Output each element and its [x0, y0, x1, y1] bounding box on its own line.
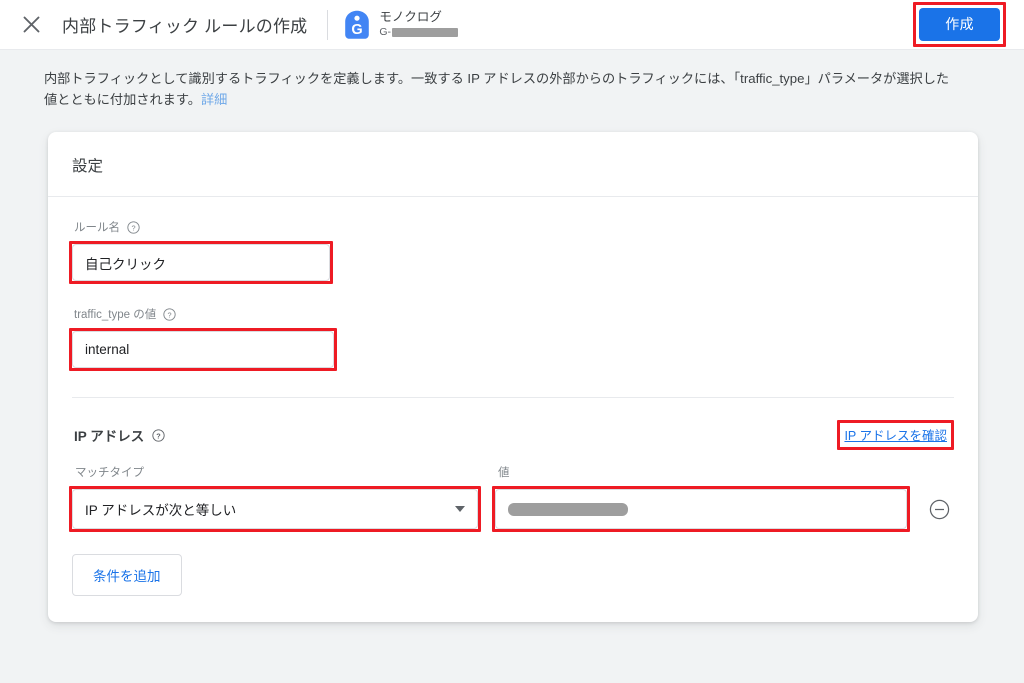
- traffic-type-input[interactable]: [72, 331, 334, 368]
- property-selector[interactable]: G モノクログ G-: [344, 10, 459, 40]
- value-column: 値: [492, 464, 910, 532]
- ip-address-header: IP アドレス ? IP アドレスを確認: [72, 398, 954, 450]
- create-button-container: 作成: [913, 2, 1006, 47]
- help-circle-icon[interactable]: ?: [163, 307, 176, 321]
- property-id: G-: [379, 26, 459, 39]
- traffic-type-label-row: traffic_type の値 ?: [74, 306, 954, 322]
- match-type-selected-value: IP アドレスが次と等しい: [85, 503, 237, 518]
- rule-name-input[interactable]: [72, 244, 330, 281]
- create-button[interactable]: 作成: [919, 8, 1000, 41]
- ip-address-title: IP アドレス: [74, 429, 145, 444]
- match-type-label: マッチタイプ: [75, 467, 144, 479]
- svg-text:?: ?: [131, 223, 135, 232]
- remove-circle-icon: [929, 499, 949, 519]
- ip-condition-row: マッチタイプ IP アドレスが次と等しい 値: [69, 450, 954, 532]
- page-title: 内部トラフィック ルールの作成: [62, 17, 308, 36]
- ip-address-title-row: IP アドレス ?: [74, 425, 165, 445]
- value-input-container: [492, 486, 910, 532]
- value-input[interactable]: [495, 489, 907, 529]
- page-description: 内部トラフィックとして識別するトラフィックを定義します。一致する IP アドレス…: [0, 50, 1000, 110]
- traffic-type-label: traffic_type の値: [74, 309, 157, 321]
- card-header: 設定: [48, 132, 978, 197]
- remove-condition-button[interactable]: [924, 494, 954, 524]
- rule-name-input-container: [69, 241, 333, 284]
- help-circle-icon[interactable]: ?: [127, 220, 140, 234]
- add-condition-button[interactable]: 条件を追加: [72, 554, 182, 596]
- add-condition-row: 条件を追加: [72, 532, 954, 622]
- check-ip-address-link[interactable]: IP アドレスを確認: [844, 429, 947, 443]
- traffic-type-input-container: [69, 328, 337, 371]
- svg-text:G: G: [352, 22, 363, 38]
- value-label: 値: [498, 467, 510, 479]
- match-type-select-container: IP アドレスが次と等しい: [69, 486, 481, 532]
- traffic-type-field-block: traffic_type の値 ?: [69, 284, 954, 371]
- help-circle-icon[interactable]: ?: [152, 428, 165, 442]
- check-ip-link-container: IP アドレスを確認: [837, 420, 954, 450]
- header-divider: [327, 9, 329, 40]
- close-button[interactable]: [14, 8, 48, 42]
- learn-more-link[interactable]: 詳細: [201, 92, 227, 107]
- settings-card: 設定 ルール名 ? traffic_type の値 ?: [48, 132, 978, 622]
- card-body: ルール名 ? traffic_type の値 ?: [48, 197, 978, 622]
- match-type-column: マッチタイプ IP アドレスが次と等しい: [69, 464, 481, 532]
- property-name: モノクログ: [379, 10, 442, 24]
- description-text: 内部トラフィックとして識別するトラフィックを定義します。一致する IP アドレス…: [44, 71, 950, 107]
- rule-name-label-row: ルール名 ?: [74, 219, 954, 235]
- rule-name-label: ルール名: [74, 222, 120, 234]
- svg-text:?: ?: [157, 431, 162, 440]
- google-tag-icon: G: [345, 10, 370, 39]
- svg-text:?: ?: [168, 310, 172, 319]
- property-id-prefix: G-: [379, 26, 392, 38]
- property-id-redaction: [392, 28, 459, 37]
- match-type-select[interactable]: IP アドレスが次と等しい: [72, 489, 478, 529]
- top-bar: 内部トラフィック ルールの作成 G モノクログ G- 作成: [0, 0, 1024, 50]
- value-redaction: [508, 502, 628, 516]
- property-text: モノクログ G-: [379, 10, 459, 39]
- chevron-down-icon: [455, 506, 465, 512]
- rule-name-field-block: ルール名 ?: [69, 197, 954, 284]
- close-icon: [23, 16, 39, 33]
